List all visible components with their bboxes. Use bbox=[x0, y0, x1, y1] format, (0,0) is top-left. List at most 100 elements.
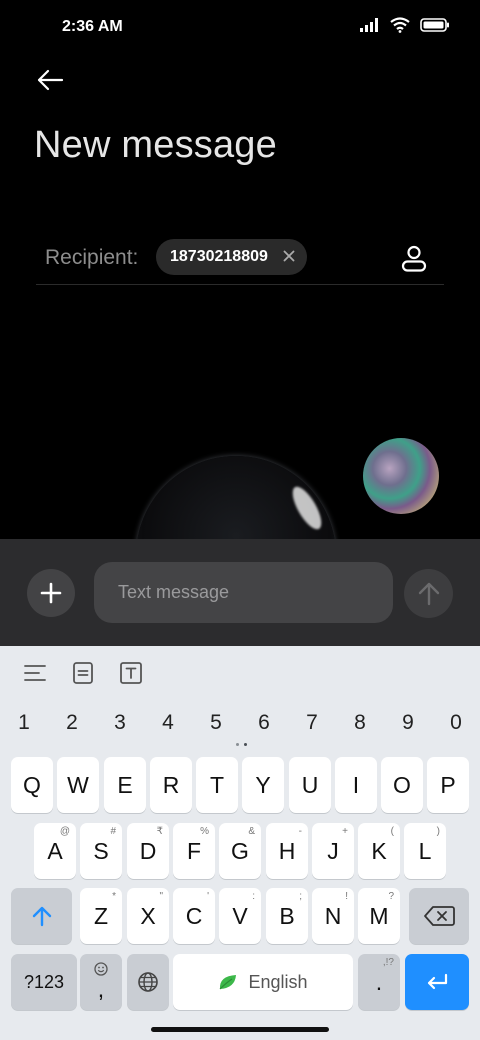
key-label: L bbox=[418, 837, 432, 864]
key-label: Y bbox=[255, 771, 271, 798]
key-7[interactable]: 7 bbox=[288, 711, 336, 735]
send-arrow-icon bbox=[418, 582, 439, 605]
key-label: C bbox=[185, 902, 203, 929]
key-4[interactable]: 4 bbox=[144, 711, 192, 735]
add-attachment-button[interactable] bbox=[27, 569, 75, 617]
key-label: K bbox=[371, 837, 387, 864]
menu-lines-icon[interactable] bbox=[22, 660, 48, 686]
key-x[interactable]: " X bbox=[127, 888, 169, 944]
enter-icon bbox=[427, 973, 448, 990]
recipient-chip[interactable]: 18730218809 bbox=[156, 239, 307, 275]
wallpaper-orb-small bbox=[363, 438, 439, 514]
text-format-icon[interactable] bbox=[118, 660, 144, 686]
key-label: H bbox=[278, 837, 296, 864]
key-k[interactable]: (K bbox=[358, 823, 400, 879]
key-hint: * bbox=[112, 891, 116, 902]
back-button[interactable] bbox=[30, 62, 70, 98]
enter-key[interactable] bbox=[405, 954, 469, 1010]
page-dots bbox=[236, 743, 247, 746]
key-5[interactable]: 5 bbox=[192, 711, 240, 735]
key-g[interactable]: & G bbox=[219, 823, 261, 879]
key-z[interactable]: * Z bbox=[80, 888, 122, 944]
key-n[interactable]: ! N bbox=[312, 888, 354, 944]
emoji-icon bbox=[94, 962, 108, 976]
home-indicator bbox=[0, 1021, 480, 1040]
key-hint: @ bbox=[59, 826, 70, 837]
key-i[interactable]: I bbox=[335, 757, 377, 813]
send-button[interactable] bbox=[404, 569, 453, 618]
space-key[interactable]: English bbox=[173, 954, 353, 1010]
key-hint: ! bbox=[345, 891, 348, 902]
language-key[interactable] bbox=[127, 954, 169, 1010]
key-m[interactable]: ? M bbox=[358, 888, 400, 944]
key-h[interactable]: -H bbox=[266, 823, 308, 879]
clipboard-icon[interactable] bbox=[70, 660, 96, 686]
key-label: T bbox=[209, 771, 225, 798]
signal-icon bbox=[360, 18, 378, 32]
key-6[interactable]: 6 bbox=[240, 711, 288, 735]
key-8[interactable]: 8 bbox=[336, 711, 384, 735]
key-v[interactable]: :V bbox=[219, 888, 261, 944]
key-hint: - bbox=[298, 826, 302, 837]
key-label: P bbox=[440, 771, 456, 798]
back-arrow-icon bbox=[37, 69, 64, 91]
key-t[interactable]: T bbox=[196, 757, 238, 813]
key-label: F bbox=[186, 837, 202, 864]
key-label: G bbox=[231, 837, 249, 864]
key-1[interactable]: 1 bbox=[0, 711, 48, 735]
recipient-label: Recipient: bbox=[45, 246, 139, 269]
key-f[interactable]: % F bbox=[173, 823, 215, 879]
home-bar[interactable] bbox=[151, 1027, 329, 1032]
text-message-input[interactable] bbox=[94, 562, 393, 623]
key-2[interactable]: 2 bbox=[48, 711, 96, 735]
key-label: I bbox=[352, 771, 360, 798]
key-p[interactable]: P bbox=[427, 757, 469, 813]
contact-person-icon[interactable] bbox=[398, 242, 430, 274]
key-label: N bbox=[324, 902, 342, 929]
key-label: X bbox=[140, 902, 156, 929]
period-key[interactable]: ,!?. bbox=[358, 954, 400, 1010]
close-icon[interactable] bbox=[281, 248, 297, 264]
key-9[interactable]: 9 bbox=[384, 711, 432, 735]
key-0[interactable]: 0 bbox=[432, 711, 480, 735]
symbols-key[interactable]: ?123 bbox=[11, 954, 77, 1010]
key-j[interactable]: + J bbox=[312, 823, 354, 879]
key-w[interactable]: W bbox=[57, 757, 99, 813]
status-bar: 2:36 AM bbox=[0, 0, 480, 56]
status-icons bbox=[360, 17, 450, 33]
wifi-icon bbox=[390, 17, 410, 33]
key-l[interactable]: ) L bbox=[404, 823, 446, 879]
key-a[interactable]: @ A bbox=[34, 823, 76, 879]
key-o[interactable]: O bbox=[381, 757, 423, 813]
space-label: English bbox=[248, 971, 308, 992]
recipient-row[interactable]: Recipient: 18730218809 bbox=[36, 236, 444, 285]
key-label: R bbox=[162, 771, 180, 798]
shift-key[interactable] bbox=[11, 888, 72, 944]
number-row: 1 2 3 4 5 6 7 8 9 0 bbox=[0, 705, 480, 741]
key-c[interactable]: ' C bbox=[173, 888, 215, 944]
orb-highlight bbox=[287, 482, 327, 534]
plus-icon bbox=[40, 582, 62, 604]
key-u[interactable]: U bbox=[289, 757, 331, 813]
key-hint: ' bbox=[207, 891, 209, 902]
key-d[interactable]: ₹ D bbox=[127, 823, 169, 879]
key-label: B bbox=[279, 902, 295, 929]
recipient-chip-value: 18730218809 bbox=[170, 248, 268, 265]
key-r[interactable]: R bbox=[150, 757, 192, 813]
compose-bar bbox=[0, 539, 480, 646]
key-q[interactable]: Q bbox=[11, 757, 53, 813]
leaf-logo-icon bbox=[220, 975, 237, 990]
backspace-key[interactable] bbox=[409, 888, 469, 944]
key-hint: % bbox=[200, 826, 209, 837]
key-e[interactable]: E bbox=[104, 757, 146, 813]
key-hint: & bbox=[248, 826, 255, 837]
key-y[interactable]: Y bbox=[242, 757, 284, 813]
key-hint: ? bbox=[388, 891, 394, 902]
emoji-comma-key[interactable]: , bbox=[80, 954, 122, 1010]
key-s[interactable]: # S bbox=[80, 823, 122, 879]
globe-icon bbox=[138, 972, 158, 992]
key-hint: # bbox=[110, 826, 116, 837]
key-b[interactable]: ; B bbox=[266, 888, 308, 944]
key-3[interactable]: 3 bbox=[96, 711, 144, 735]
key-label: J bbox=[327, 837, 339, 864]
